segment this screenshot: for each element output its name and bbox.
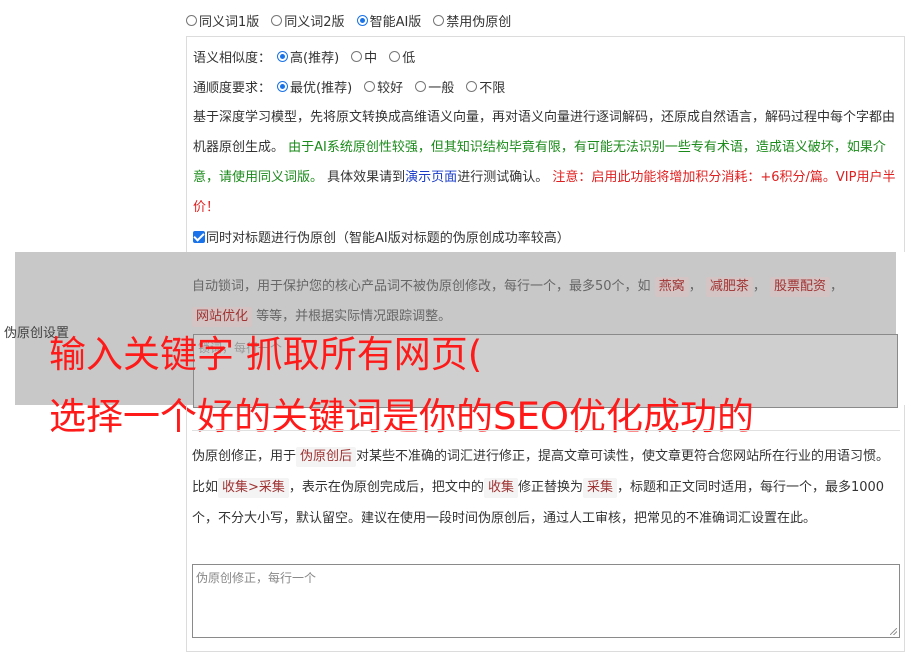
resize-grip-icon[interactable]: [890, 628, 897, 635]
demo-page-link[interactable]: 演示页面: [405, 170, 457, 185]
radio-selected-icon[interactable]: [356, 14, 368, 26]
lock-words-description: 自动锁词，用于保护您的核心产品词不被伪原创修改，每行一个，最多50个，如 燕窝，…: [192, 272, 898, 332]
radio-icon[interactable]: [466, 81, 478, 92]
example-tag: 减肥茶: [705, 277, 753, 297]
ai-description: 基于深度学习模型，先将原文转换成高维语义向量，再对语义向量进行逐词解码，还原成自…: [193, 110, 896, 215]
example-tag: 收集>采集: [218, 478, 289, 498]
example-tag: 燕窝: [654, 277, 689, 297]
similarity-row: 语义相似度： 高(推荐) 中 低: [193, 47, 427, 66]
fluency-row: 通顺度要求： 最优(推荐) 较好 一般 不限: [193, 77, 517, 96]
correction-input[interactable]: 伪原创修正，每行一个: [192, 564, 900, 638]
title-option-label: 同时对标题进行伪原创（智能AI版对标题的伪原创成功率较高）: [206, 231, 570, 246]
version-option-disable[interactable]: 禁用伪原创: [433, 11, 511, 30]
divider: [192, 430, 900, 431]
similarity-low[interactable]: 低: [389, 47, 415, 66]
title-checkbox[interactable]: [193, 230, 205, 243]
radio-icon[interactable]: [389, 51, 401, 62]
similarity-medium[interactable]: 中: [351, 47, 377, 66]
version-option-synonym1[interactable]: 同义词1版: [186, 11, 259, 30]
ai-settings-panel: 语义相似度： 高(推荐) 中 低 通顺度要求： 最优(推荐) 较好 一般 不限 …: [186, 36, 905, 252]
radio-icon[interactable]: [271, 14, 283, 26]
version-option-synonym2[interactable]: 同义词2版: [271, 11, 345, 30]
version-option-ai[interactable]: 智能AI版: [356, 11, 421, 30]
similarity-high[interactable]: 高(推荐): [277, 47, 339, 66]
correction-description: 伪原创修正，用于 伪原创后 对某些不准确的词汇进行修正，提高文章可读性，使文章更符合…: [192, 447, 890, 526]
example-tag: 采集: [582, 478, 617, 498]
fluency-normal[interactable]: 一般: [415, 77, 454, 96]
title-option-row[interactable]: 同时对标题进行伪原创（智能AI版对标题的伪原创成功率较高）: [193, 227, 570, 246]
headline-line-1: 输入关键字 抓取所有网页(: [49, 333, 483, 376]
radio-icon[interactable]: [415, 81, 427, 92]
radio-selected-icon[interactable]: [277, 81, 289, 92]
radio-icon[interactable]: [364, 81, 376, 92]
radio-icon[interactable]: [433, 14, 445, 26]
example-tag: 收集: [483, 478, 518, 498]
radio-icon[interactable]: [186, 14, 197, 26]
fluency-any[interactable]: 不限: [466, 77, 505, 96]
example-tag: 网站优化: [192, 307, 253, 327]
radio-icon[interactable]: [351, 51, 363, 62]
version-radio-group: 同义词1版 同义词2版 智能AI版 禁用伪原创: [186, 10, 523, 30]
radio-selected-icon[interactable]: [277, 51, 289, 62]
example-tag: 伪原创后: [296, 447, 357, 467]
similarity-label: 语义相似度：: [193, 51, 272, 66]
fluency-best[interactable]: 最优(推荐): [277, 77, 352, 96]
fluency-good[interactable]: 较好: [364, 77, 403, 96]
example-tag: 股票配资: [770, 277, 831, 297]
fluency-label: 通顺度要求：: [193, 81, 272, 96]
correction-placeholder: 伪原创修正，每行一个: [196, 571, 317, 585]
